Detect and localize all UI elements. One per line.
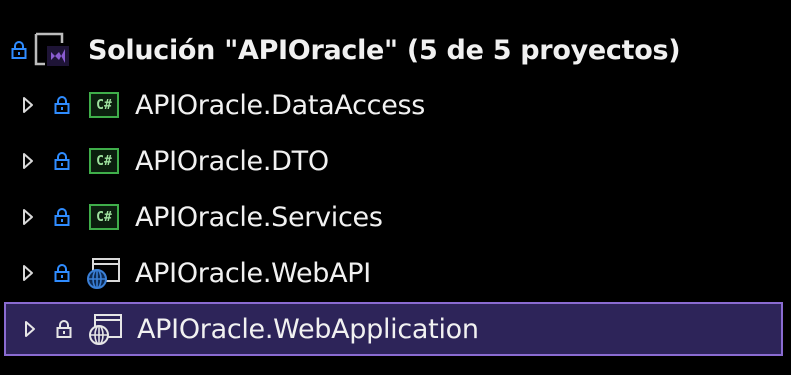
lock-icon [53, 150, 71, 172]
project-node[interactable]: APIOracle.WebAPI [0, 245, 791, 301]
csharp-badge: C# [89, 204, 119, 230]
web-project-icon [87, 312, 125, 346]
expand-arrow-icon[interactable] [20, 262, 36, 284]
solution-title: Solución "APIOracle" (5 de 5 proyectos) [88, 34, 681, 66]
visual-studio-solution-icon [32, 30, 74, 70]
lock-icon [55, 318, 73, 340]
lock-icon [53, 262, 71, 284]
lock-icon [53, 94, 71, 116]
expand-arrow-icon[interactable] [20, 94, 36, 116]
expand-arrow-icon[interactable] [20, 206, 36, 228]
csharp-project-icon: C# [85, 88, 123, 122]
project-label: APIOracle.DataAccess [135, 89, 426, 121]
project-node[interactable]: C# APIOracle.Services [0, 189, 791, 245]
lock-icon [10, 39, 28, 61]
expand-arrow-icon[interactable] [20, 150, 36, 172]
lock-icon [53, 206, 71, 228]
project-node[interactable]: C# APIOracle.DTO [0, 133, 791, 189]
csharp-badge: C# [89, 148, 119, 174]
project-label: APIOracle.DTO [135, 145, 329, 177]
csharp-project-icon: C# [85, 200, 123, 234]
expand-arrow-icon[interactable] [22, 318, 38, 340]
csharp-badge: C# [89, 92, 119, 118]
project-label: APIOracle.WebAPI [135, 257, 371, 289]
web-project-icon [85, 256, 123, 290]
csharp-project-icon: C# [85, 144, 123, 178]
solution-explorer-tree: Solución "APIOracle" (5 de 5 proyectos) … [0, 0, 791, 375]
project-label: APIOracle.Services [135, 201, 383, 233]
solution-node[interactable]: Solución "APIOracle" (5 de 5 proyectos) [0, 22, 791, 78]
project-node[interactable]: C# APIOracle.DataAccess [0, 77, 791, 133]
project-label: APIOracle.WebApplication [137, 313, 479, 345]
project-node-selected[interactable]: APIOracle.WebApplication [4, 302, 783, 356]
